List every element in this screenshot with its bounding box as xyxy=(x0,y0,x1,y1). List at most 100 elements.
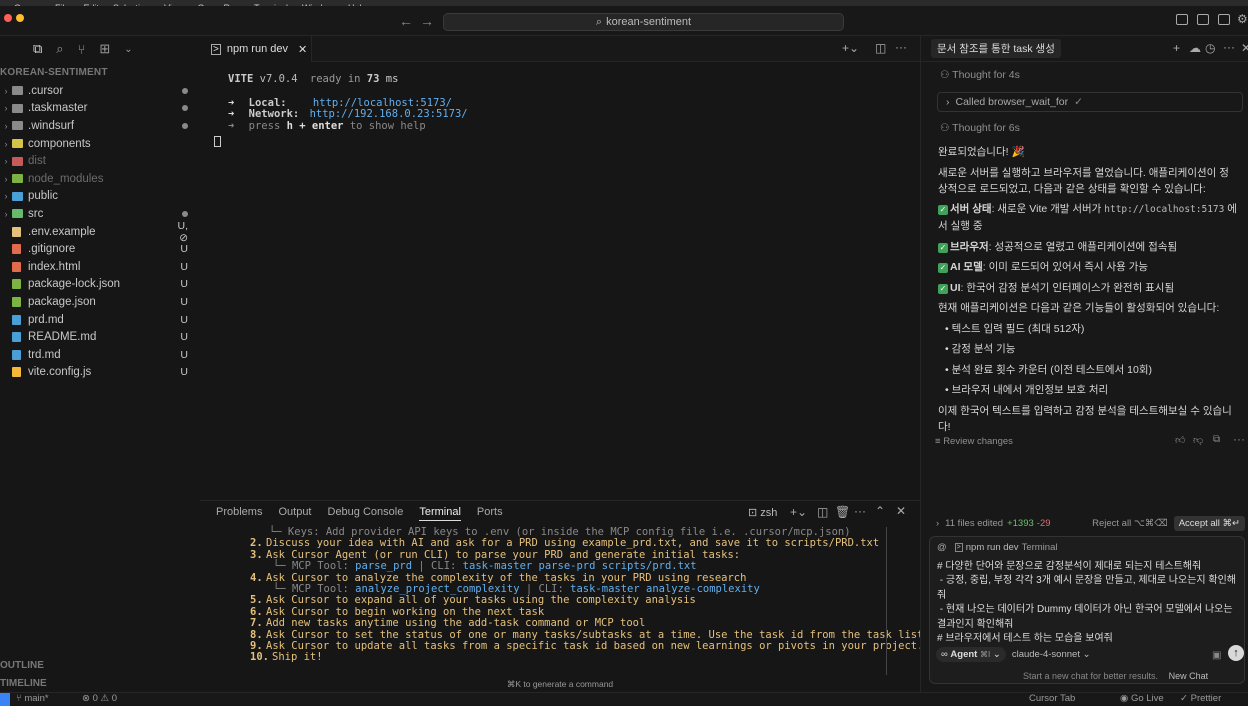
outline-section[interactable]: OUTLINE xyxy=(0,660,44,671)
new-terminal-icon[interactable]: +⌄ xyxy=(790,505,807,519)
cloud-icon[interactable]: ☁ xyxy=(1189,41,1201,55)
history-icon[interactable]: ◷ xyxy=(1205,41,1215,55)
file-item[interactable]: .env.example U, ⊘ xyxy=(0,220,200,244)
back-arrow-icon[interactable]: ← xyxy=(399,13,413,29)
explorer-icon[interactable]: ⧉ xyxy=(33,41,42,57)
image-icon[interactable]: ▣ xyxy=(1212,650,1221,661)
new-chat-icon[interactable]: + xyxy=(1173,41,1180,55)
copy-icon[interactable]: ⧉ xyxy=(1213,434,1220,445)
shell-selector[interactable]: ⊡ zsh xyxy=(748,506,777,519)
folder-item[interactable]: › node_modules xyxy=(0,170,200,188)
more-actions-icon[interactable]: ··· xyxy=(854,504,866,518)
folder-item[interactable]: › public xyxy=(0,188,200,206)
send-button[interactable]: ↑ xyxy=(1228,645,1244,661)
more-actions-icon[interactable]: ··· xyxy=(1233,432,1245,446)
file-item[interactable]: package.json U xyxy=(0,293,200,311)
status-bar: ⑂ main* ⊗ 0 ⚠ 0 Cursor Tab ◉ Go Live ✓ P… xyxy=(0,692,1248,706)
files-edited[interactable]: 11 files edited xyxy=(945,518,1003,529)
folder-item[interactable]: › .cursor xyxy=(0,82,200,100)
cursor-tab-status[interactable]: Cursor Tab xyxy=(1029,693,1075,704)
maximize-panel-icon[interactable]: ⌃ xyxy=(875,504,885,518)
timeline-section[interactable]: TIMELINE xyxy=(0,678,47,689)
accept-all-button[interactable]: Accept all ⌘↵ xyxy=(1173,515,1245,531)
tool-call-row[interactable]: › Called browser_wait_for ✓ xyxy=(937,92,1243,112)
split-editor-icon[interactable]: ◫ xyxy=(875,41,886,55)
panel-tab[interactable]: Terminal xyxy=(419,506,461,521)
toggle-sidebar-icon[interactable] xyxy=(1176,14,1188,25)
check-text: : 새로운 Vite 개발 서버가 xyxy=(991,203,1105,215)
agent-mode-selector[interactable]: ∞ Agent ⌘I ⌄ xyxy=(936,647,1006,662)
source-control-icon[interactable]: ⑂ xyxy=(78,42,86,57)
chat-header: 문서 참조를 통한 task 생성 + ☁ ◷ ··· ✕ xyxy=(921,36,1248,62)
network-url[interactable]: http://192.168.0.23:5173/ xyxy=(310,108,468,120)
thumbs-down-icon[interactable]: 👎︎ xyxy=(1193,434,1203,446)
terminal-output[interactable]: └─ Keys: Add provider API keys to .env (… xyxy=(250,526,936,664)
file-item[interactable]: .gitignore U xyxy=(0,240,200,258)
context-chip[interactable]: > npm run dev Terminal xyxy=(954,542,1057,553)
error-icon: ⊗ xyxy=(82,693,90,704)
split-terminal-icon[interactable]: ◫ xyxy=(817,505,828,519)
trash-icon[interactable]: 🗑 xyxy=(835,505,850,519)
terminal-line: 9. Ask Cursor to update all tasks from a … xyxy=(250,640,923,652)
close-icon[interactable]: ✕ xyxy=(1241,41,1248,55)
review-label: Review changes xyxy=(943,436,1013,447)
close-panel-icon[interactable]: ✕ xyxy=(896,504,906,518)
chat-title[interactable]: 문서 참조를 통한 task 생성 xyxy=(931,39,1061,58)
chat-composer[interactable]: @ > npm run dev Terminal # 다양한 단어와 문장으로 … xyxy=(929,536,1245,684)
file-icon xyxy=(12,244,21,255)
file-item[interactable]: prd.md U xyxy=(0,311,200,329)
close-window-button[interactable] xyxy=(4,14,12,22)
review-changes-link[interactable]: ≡ Review changes xyxy=(935,436,1013,447)
folder-icon xyxy=(12,103,23,113)
git-status: U xyxy=(180,348,188,361)
at-mention-icon[interactable]: @ xyxy=(937,542,947,553)
toggle-panel-icon[interactable] xyxy=(1197,14,1209,25)
file-item[interactable]: vite.config.js U xyxy=(0,364,200,382)
chevron-down-icon[interactable]: ⌄ xyxy=(124,44,132,55)
panel-tab[interactable]: Debug Console xyxy=(328,506,404,520)
local-url[interactable]: http://localhost:5173/ xyxy=(313,97,452,109)
thought-indicator[interactable]: ⚇ Thought for 4s xyxy=(940,69,1020,81)
go-live-button[interactable]: ◉ Go Live xyxy=(1120,693,1164,704)
reject-all-button[interactable]: Reject all ⌥⌘⌫ xyxy=(1092,518,1168,529)
folder-icon xyxy=(12,121,23,131)
new-chat-link[interactable]: New Chat xyxy=(1169,671,1209,681)
folder-item[interactable]: › .taskmaster xyxy=(0,100,200,118)
search-view-icon[interactable]: ⌕ xyxy=(56,41,63,57)
minimize-window-button[interactable] xyxy=(16,14,24,22)
more-actions-icon[interactable]: ··· xyxy=(1223,40,1235,54)
file-item[interactable]: index.html U xyxy=(0,258,200,276)
file-name: components xyxy=(28,137,91,150)
thought-indicator[interactable]: ⚇ Thought for 6s xyxy=(940,122,1020,134)
problems-indicator[interactable]: ⊗ 0 ⚠ 0 xyxy=(82,693,117,704)
more-actions-icon[interactable]: ··· xyxy=(895,40,907,54)
toggle-secondary-sidebar-icon[interactable] xyxy=(1218,14,1230,25)
new-terminal-icon[interactable]: +⌄ xyxy=(842,41,859,55)
folder-item[interactable]: › components xyxy=(0,135,200,153)
file-item[interactable]: trd.md U xyxy=(0,346,200,364)
file-item[interactable]: package-lock.json U xyxy=(0,276,200,294)
branch-indicator[interactable]: ⑂ main* xyxy=(16,693,49,704)
chevron-right-icon[interactable]: › xyxy=(936,518,939,529)
tab-npm-run-dev[interactable]: > npm run dev ✕ xyxy=(200,36,312,62)
close-icon[interactable]: ✕ xyxy=(298,43,307,56)
prompt-input[interactable]: # 다양한 단어와 문장으로 감정분석이 제대로 되는지 테스트해줘 - 긍정,… xyxy=(937,560,1237,646)
command-center-search[interactable]: ⌕ korean-sentiment xyxy=(443,13,844,31)
extensions-icon[interactable]: ⊞ xyxy=(99,41,110,57)
file-item[interactable]: README.md U xyxy=(0,328,200,346)
folder-item[interactable]: › .windsurf xyxy=(0,117,200,135)
editor-terminal[interactable]: VITE v7.0.4 ready in 73 ms ➜ Local: http… xyxy=(200,62,920,496)
panel-tab[interactable]: Ports xyxy=(477,506,503,520)
prettier-status[interactable]: ✓ Prettier xyxy=(1180,693,1221,704)
panel-tab[interactable]: Problems xyxy=(216,506,262,520)
agent-shortcut: ⌘I xyxy=(979,650,991,659)
folder-item[interactable]: › src xyxy=(0,205,200,223)
panel-tab[interactable]: Output xyxy=(278,506,311,520)
gear-icon[interactable]: ⚙ xyxy=(1237,12,1248,26)
folder-item[interactable]: › dist xyxy=(0,152,200,170)
forward-arrow-icon[interactable]: → xyxy=(420,13,434,29)
check-code[interactable]: http://localhost:5173 xyxy=(1104,204,1224,215)
model-selector[interactable]: claude-4-sonnet ⌄ xyxy=(1012,649,1091,660)
thumbs-up-icon[interactable]: 👍︎ xyxy=(1175,434,1185,446)
remote-indicator[interactable] xyxy=(0,693,10,706)
